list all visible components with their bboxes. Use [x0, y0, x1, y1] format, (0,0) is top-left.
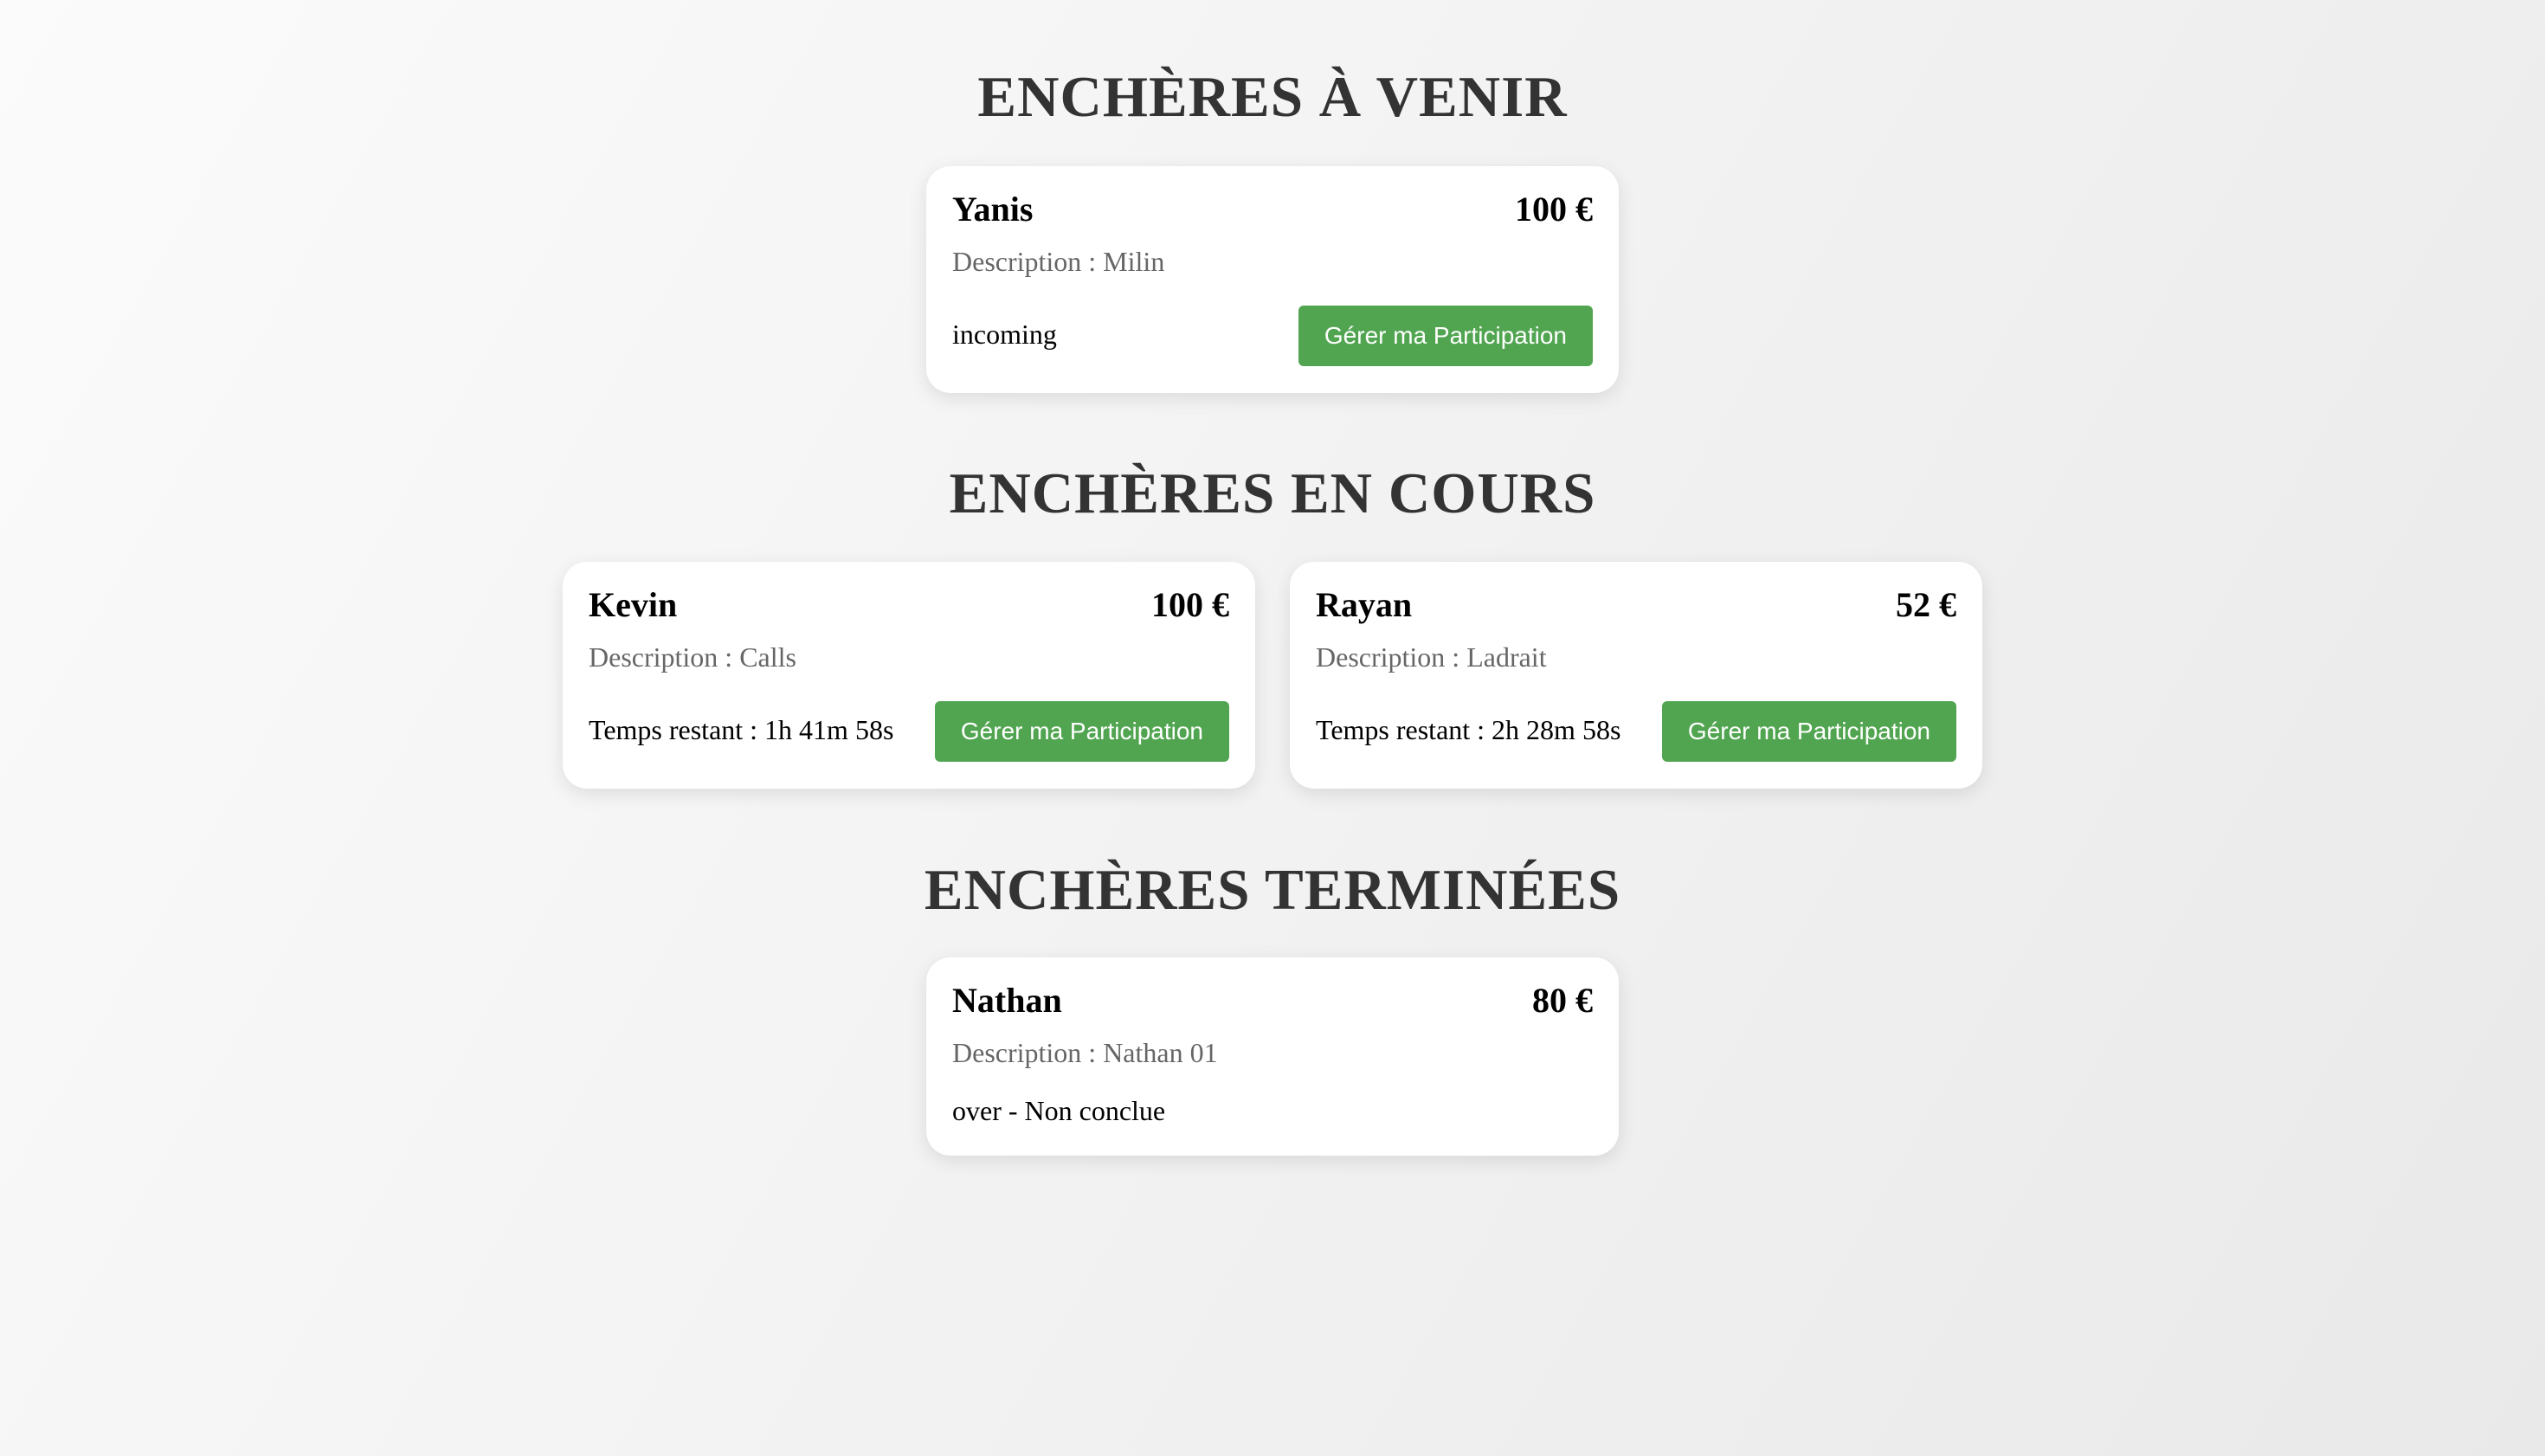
- auction-description: Description : Calls: [589, 640, 796, 674]
- manage-participation-button[interactable]: Gérer ma Participation: [1661, 701, 1956, 762]
- auction-description: Description : Nathan 01: [952, 1035, 1218, 1070]
- description-value: Calls: [739, 641, 796, 673]
- section-title-upcoming: ENCHÈRES À VENIR: [977, 65, 1568, 129]
- auction-name: Nathan: [952, 981, 1062, 1020]
- auction-price: 52 €: [1896, 585, 1956, 624]
- auction-card-finished: Nathan 80 € Description : Nathan 01 over…: [926, 957, 1619, 1156]
- description-label: Description :: [1316, 641, 1467, 673]
- auction-card-upcoming: Yanis 100 € Description : Milin incoming…: [926, 166, 1619, 393]
- auction-price: 80 €: [1532, 981, 1593, 1020]
- auction-name: Rayan: [1316, 585, 1413, 624]
- auction-price: 100 €: [1515, 190, 1593, 229]
- auction-card-ongoing: Kevin 100 € Description : Calls Temps re…: [563, 562, 1255, 789]
- auction-status: incoming: [952, 319, 1057, 350]
- auction-status: over - Non conclue: [952, 1095, 1166, 1126]
- description-value: Milin: [1103, 246, 1165, 277]
- section-title-finished: ENCHÈRES TERMINÉES: [924, 858, 1621, 922]
- description-label: Description :: [952, 1037, 1104, 1068]
- description-value: Ladrait: [1466, 641, 1547, 673]
- auction-card-ongoing: Rayan 52 € Description : Ladrait Temps r…: [1290, 562, 1982, 789]
- auction-description: Description : Milin: [952, 244, 1164, 279]
- description-label: Description :: [589, 641, 740, 673]
- manage-participation-button[interactable]: Gérer ma Participation: [1298, 306, 1593, 366]
- section-title-ongoing: ENCHÈRES EN COURS: [949, 461, 1596, 525]
- auction-price: 100 €: [1151, 585, 1229, 624]
- auction-name: Kevin: [589, 585, 678, 624]
- description-value: Nathan 01: [1103, 1037, 1218, 1068]
- auction-description: Description : Ladrait: [1316, 640, 1547, 674]
- auction-time-remaining: Temps restant : 1h 41m 58s: [589, 714, 894, 745]
- auction-name: Yanis: [952, 190, 1034, 229]
- auction-time-remaining: Temps restant : 2h 28m 58s: [1316, 714, 1621, 745]
- manage-participation-button[interactable]: Gérer ma Participation: [934, 701, 1229, 762]
- description-label: Description :: [952, 246, 1104, 277]
